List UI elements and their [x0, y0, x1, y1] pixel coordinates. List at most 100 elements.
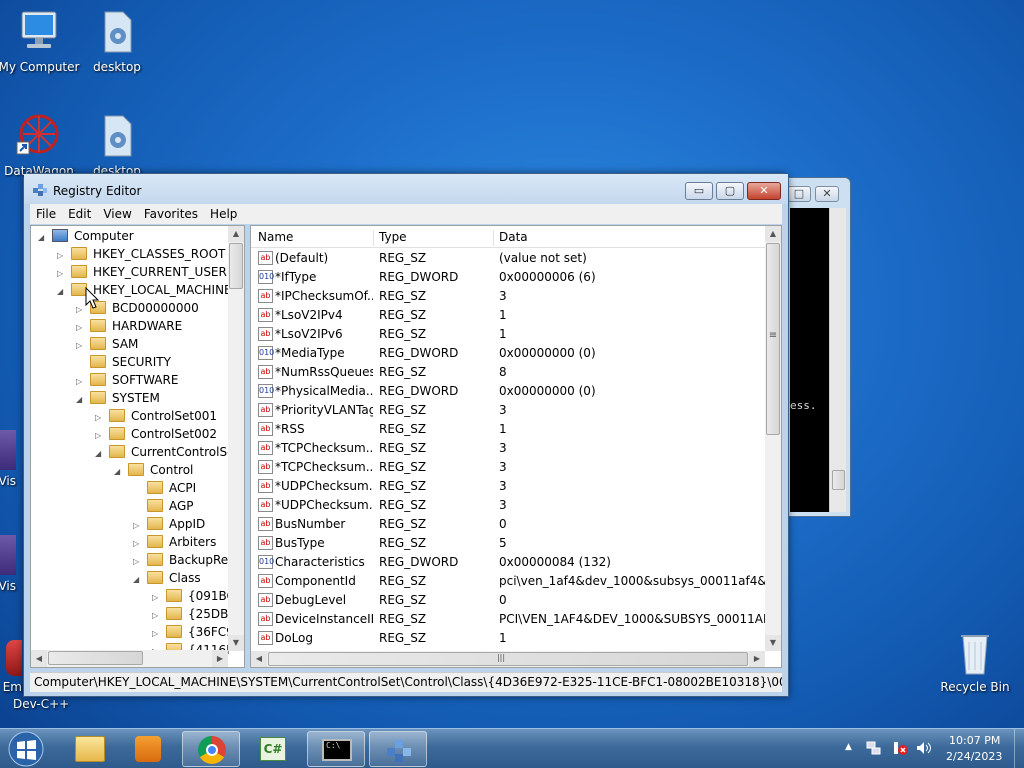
value-row[interactable]: ab BusType REG_SZ 5: [251, 534, 765, 553]
taskbar-command-prompt[interactable]: C:\: [307, 731, 365, 767]
close-button[interactable]: ✕: [747, 182, 781, 200]
menu-help[interactable]: Help: [204, 204, 243, 221]
scroll-down-arrow[interactable]: ▼: [765, 635, 781, 651]
tree-vscroll-thumb[interactable]: [229, 243, 243, 289]
tree-node[interactable]: ▷ {25DBC: [152, 605, 237, 623]
clock-time[interactable]: 10:07 PM: [949, 734, 1000, 747]
tree-expander-icon[interactable]: ◢: [95, 445, 105, 463]
tree-node[interactable]: ▷ HKEY_CURRENT_USER: [57, 263, 227, 281]
tree-node[interactable]: ▷ BackupRes: [133, 551, 234, 569]
value-row[interactable]: 010 *MediaType REG_DWORD 0x00000000 (0): [251, 344, 765, 363]
desktop-icon-partial-vis-2[interactable]: Vis: [0, 535, 16, 593]
desktop-icon-recycle-bin[interactable]: Recycle Bin: [933, 630, 1017, 694]
values-hscrollbar[interactable]: ◀ ||| ▶: [251, 651, 765, 667]
tree-node[interactable]: ◢ Class: [133, 569, 201, 587]
tree-expander-icon[interactable]: ◢: [38, 229, 48, 247]
console-close-button[interactable]: ✕: [815, 186, 839, 202]
tree-node[interactable]: ▷ SAM: [76, 335, 138, 353]
tree-node[interactable]: ▷ {36FC9: [152, 623, 234, 641]
scroll-left-arrow[interactable]: ◀: [251, 651, 267, 667]
start-button[interactable]: [6, 730, 46, 768]
desktop-icon-datawagon[interactable]: DataWagon: [0, 112, 81, 178]
tree-node[interactable]: ◢ SYSTEM: [76, 389, 160, 407]
volume-icon[interactable]: [915, 740, 931, 756]
tree-node[interactable]: ▷ {091BC: [152, 587, 235, 605]
registry-tree[interactable]: ◢ Computer ▷ HKEY_CLASSES_ROOT ▷ HKEY_CURRENT…: [30, 225, 245, 668]
tree-node[interactable]: ▷ ControlSet001: [95, 407, 217, 425]
value-row[interactable]: ab *NumRssQueues REG_SZ 8: [251, 363, 765, 382]
tree-node[interactable]: ▷ Arbiters: [133, 533, 216, 551]
tree-scroll-right-arrow[interactable]: ▶: [212, 650, 228, 667]
value-row[interactable]: ab *UDPChecksum... REG_SZ 3: [251, 496, 765, 515]
tree-node[interactable]: ◢ Control: [114, 461, 193, 479]
value-row[interactable]: ab *UDPChecksum... REG_SZ 3: [251, 477, 765, 496]
tree-node[interactable]: ▷ ControlSet002: [95, 425, 217, 443]
tree-scroll-left-arrow[interactable]: ◀: [31, 650, 47, 667]
desktop-icon-partial-devcpp[interactable]: Dev-C++: [0, 697, 70, 711]
clock-date[interactable]: 2/24/2023: [946, 750, 1002, 763]
tree-node[interactable]: ACPI: [133, 479, 196, 497]
values-list[interactable]: Name Type Data ab (Default) REG_SZ (value n…: [250, 225, 782, 668]
console-maximize-button[interactable]: □: [787, 186, 811, 202]
tree-scroll-down-arrow[interactable]: ▼: [228, 635, 244, 651]
taskbar-chrome[interactable]: [182, 731, 240, 767]
console-scroll-thumb[interactable]: [832, 470, 845, 490]
tree-node[interactable]: ▷ HKEY_CLASSES_ROOT: [57, 245, 225, 263]
value-row[interactable]: ab *LsoV2IPv6 REG_SZ 1: [251, 325, 765, 344]
desktop-icon-partial-vis-1[interactable]: Vis: [0, 430, 16, 488]
registry-editor-window[interactable]: Registry Editor ▭ ▢ ✕ File Edit View Favori…: [23, 173, 789, 697]
desktop-icon-desktop-1[interactable]: desktop: [75, 8, 159, 74]
value-row[interactable]: ab *IPChecksumOf... REG_SZ 3: [251, 287, 765, 306]
value-row[interactable]: ab *RSS REG_SZ 1: [251, 420, 765, 439]
value-row[interactable]: 010 *PhysicalMedia... REG_DWORD 0x00000000 …: [251, 382, 765, 401]
value-row[interactable]: ab ComponentId REG_SZ pci\ven_1af4&dev_1000…: [251, 572, 765, 591]
menu-view[interactable]: View: [97, 204, 137, 221]
value-row[interactable]: ab *TCPChecksum... REG_SZ 3: [251, 439, 765, 458]
tree-hscrollbar[interactable]: ◀ ▶: [31, 650, 228, 667]
title-bar[interactable]: Registry Editor ▭ ▢ ✕: [24, 174, 788, 204]
tree-scroll-up-arrow[interactable]: ▲: [228, 226, 244, 242]
tree-node[interactable]: ◢ CurrentControlSet: [95, 443, 239, 461]
taskbar-registry-editor[interactable]: [369, 731, 427, 767]
value-row[interactable]: ab (Default) REG_SZ (value not set): [251, 249, 765, 268]
value-row[interactable]: ab BusNumber REG_SZ 0: [251, 515, 765, 534]
value-row[interactable]: 010 *IfType REG_DWORD 0x00000006 (6): [251, 268, 765, 287]
menu-file[interactable]: File: [30, 204, 62, 221]
value-row[interactable]: ab DeviceInstanceID REG_SZ PCI\VEN_1AF4&DEV…: [251, 610, 765, 629]
tree-node[interactable]: ◢ Computer: [38, 227, 134, 245]
column-header-name[interactable]: Name: [258, 230, 374, 246]
desktop-icon-partial-em[interactable]: Em: [0, 640, 22, 694]
menu-edit[interactable]: Edit: [62, 204, 97, 221]
tree-hscroll-thumb[interactable]: [48, 651, 143, 665]
value-row[interactable]: ab *PriorityVLANTag REG_SZ 3: [251, 401, 765, 420]
show-desktop-button[interactable]: [1014, 729, 1024, 768]
scroll-right-arrow[interactable]: ▶: [749, 651, 765, 667]
tree-vscrollbar[interactable]: ▲ ▼: [228, 226, 244, 651]
taskbar-media-player[interactable]: [120, 731, 178, 767]
desktop-icon-desktop-2[interactable]: desktop: [75, 112, 159, 178]
value-row[interactable]: ab *LsoV2IPv4 REG_SZ 1: [251, 306, 765, 325]
tree-node[interactable]: AGP: [133, 497, 194, 515]
column-header-type[interactable]: Type: [379, 230, 494, 246]
column-header-data[interactable]: Data: [499, 230, 765, 246]
console-scrollbar[interactable]: [829, 208, 846, 512]
value-row[interactable]: ab DoLog REG_SZ 1: [251, 629, 765, 648]
action-center-icon[interactable]: [892, 740, 908, 756]
value-row[interactable]: ab *TCPChecksum... REG_SZ 3: [251, 458, 765, 477]
tree-node[interactable]: ▷ SOFTWARE: [76, 371, 178, 389]
tree-expander-icon[interactable]: ◢: [114, 463, 124, 481]
tree-expander-icon[interactable]: ◢: [76, 391, 86, 409]
desktop-icon-my-computer[interactable]: My Computer: [0, 8, 81, 74]
scroll-up-arrow[interactable]: ▲: [765, 226, 781, 242]
tree-expander-icon[interactable]: ◢: [57, 283, 67, 301]
values-vscrollbar[interactable]: ▲ ≡ ▼: [765, 226, 781, 651]
tree-node[interactable]: ▷ AppID: [133, 515, 205, 533]
minimize-button[interactable]: ▭: [685, 182, 713, 200]
tree-node[interactable]: SECURITY: [76, 353, 171, 371]
show-hidden-icons-button[interactable]: ▲: [845, 742, 852, 752]
tree-node[interactable]: ◢ HKEY_LOCAL_MACHINE: [57, 281, 232, 299]
network-icon[interactable]: [866, 740, 882, 756]
tree-expander-icon[interactable]: ◢: [133, 571, 143, 589]
maximize-button[interactable]: ▢: [716, 182, 744, 200]
value-row[interactable]: 010 Characteristics REG_DWORD 0x00000084 (1…: [251, 553, 765, 572]
